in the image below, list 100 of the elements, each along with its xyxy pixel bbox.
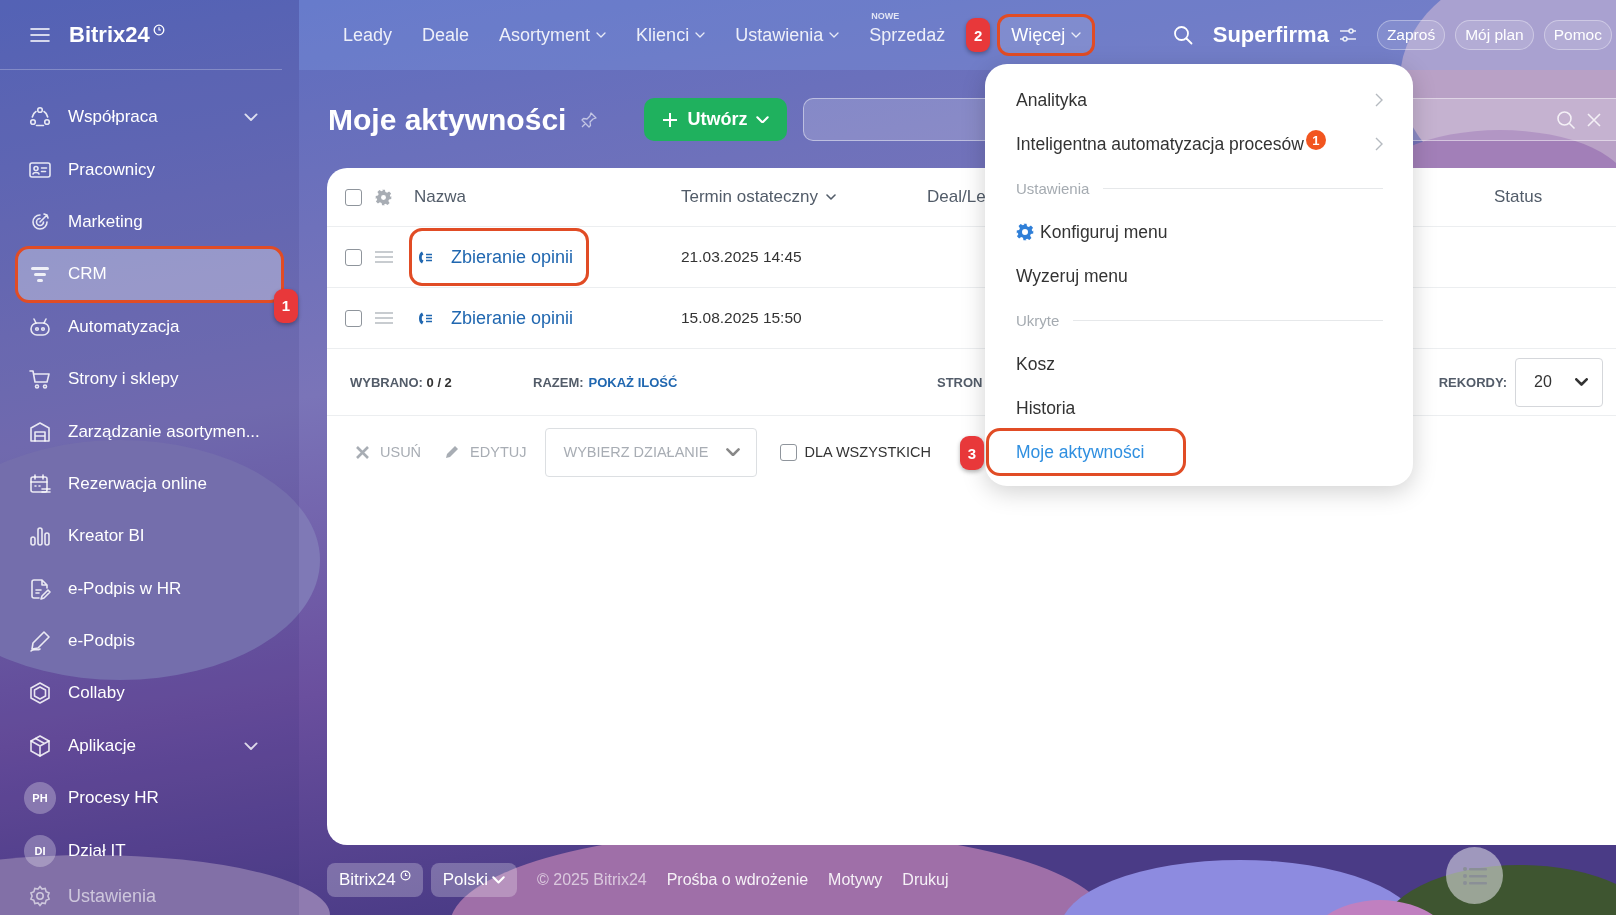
column-header[interactable]: Termin ostateczny: [681, 187, 836, 207]
sidebar-item[interactable]: DI Dział IT: [17, 824, 282, 877]
gear-icon: [1016, 223, 1034, 241]
search-icon[interactable]: [1172, 25, 1193, 45]
checkbox[interactable]: [345, 188, 362, 206]
clock-icon: [152, 23, 165, 36]
step-badge: 2: [966, 18, 991, 52]
column-header[interactable]: Nazwa: [414, 187, 466, 207]
drag-handle-icon[interactable]: [375, 251, 393, 263]
counter-badge: 1: [1305, 130, 1326, 150]
menu-icon[interactable]: [30, 26, 50, 43]
column-header[interactable]: Status: [1494, 187, 1543, 207]
sliders-icon[interactable]: [1338, 28, 1357, 42]
avatar: DI: [24, 834, 56, 867]
plus-icon: [662, 111, 679, 128]
settings-link[interactable]: Ustawienia: [68, 885, 157, 907]
sidebar-item[interactable]: Pracownicy: [17, 143, 282, 196]
step-badge: 3: [960, 436, 984, 470]
sidebar-item[interactable]: PH Procesy HR: [17, 772, 282, 825]
nav-tab[interactable]: Deale: [418, 21, 474, 49]
sidebar-item[interactable]: CRM: [17, 248, 282, 301]
brand-button[interactable]: Bitrix24: [327, 863, 423, 897]
clock-icon: [399, 870, 411, 881]
list-button[interactable]: [1446, 847, 1503, 904]
company-name[interactable]: Superfirma: [1212, 22, 1329, 48]
drag-handle-icon[interactable]: [375, 312, 393, 324]
phone-icon: [418, 249, 433, 265]
activity-link[interactable]: Zbieranie opinii: [451, 307, 574, 329]
column-header[interactable]: Deal/Le: [927, 187, 986, 207]
menu-item[interactable]: Kosz: [988, 342, 1085, 386]
search-icon[interactable]: [1556, 109, 1576, 130]
nav-tab[interactable]: Ustawienia: [731, 21, 844, 49]
activity-link[interactable]: Zbieranie opinii: [451, 246, 574, 268]
sidebar-item[interactable]: e-Podpis: [17, 614, 282, 668]
checkbox-label[interactable]: DLA WSZYSTKICH: [804, 444, 931, 460]
sidebar-item[interactable]: Kreator BI: [17, 510, 282, 563]
menu-item[interactable]: Inteligentna automatyzacja procesów 1: [988, 122, 1413, 166]
hexagon-icon: [28, 681, 52, 706]
menu-item[interactable]: Analityka: [988, 78, 1413, 122]
calendar-icon: [28, 471, 52, 496]
chevron-down-icon: [725, 447, 740, 457]
page-title: Moje aktywności: [328, 102, 567, 137]
sidebar-item[interactable]: Aplikacje: [17, 719, 282, 773]
new-label: NOWE: [871, 12, 900, 21]
logo[interactable]: Bitrix24: [69, 21, 150, 48]
warehouse-icon: [28, 419, 52, 444]
table-cell-text: 15.08.2025 15:50: [681, 309, 803, 327]
records-select[interactable]: 20: [1515, 357, 1603, 407]
box-icon: [28, 733, 52, 758]
nav-tab[interactable]: Więcej: [999, 16, 1094, 54]
total-label: RAZEM:: [533, 374, 584, 390]
pages-label: STRON: [937, 374, 983, 390]
list-icon: [1462, 866, 1487, 885]
menu-item[interactable]: Historia: [988, 386, 1106, 430]
checkbox[interactable]: [345, 309, 362, 327]
menu-item[interactable]: Konfiguruj menu: [988, 210, 1198, 254]
show-count-link[interactable]: POKAŻ ILOŚĆ: [588, 374, 678, 390]
settings-icon[interactable]: [375, 188, 392, 206]
nav-tab[interactable]: Asortyment: [495, 21, 611, 49]
footer-link[interactable]: Drukuj: [902, 871, 949, 889]
avatar: PH: [24, 782, 56, 815]
checkbox[interactable]: [779, 443, 797, 461]
menu-item[interactable]: Wyzeruj menu: [988, 254, 1158, 298]
bar-chart-icon: [28, 524, 52, 549]
pen-icon: [28, 629, 52, 654]
sidebar-item[interactable]: Strony i sklepy: [17, 352, 282, 406]
chevron-down-icon: [492, 876, 506, 884]
table-cell-text: 21.03.2025 14:45: [681, 248, 803, 266]
close-icon[interactable]: [1586, 111, 1602, 128]
header-button[interactable]: Zaproś: [1376, 20, 1446, 50]
document-pen-icon: [28, 576, 52, 601]
pin-icon[interactable]: [580, 110, 599, 129]
create-button[interactable]: Utwórz: [644, 98, 788, 141]
selection-count: WYBRANO: 0 / 2: [350, 374, 453, 390]
sidebar-item[interactable]: Zarządzanie asortymen...: [17, 405, 282, 458]
chevron-down-icon: [1575, 378, 1588, 386]
sidebar-item[interactable]: Rezerwacja online: [17, 457, 282, 511]
sidebar-item[interactable]: Marketing: [17, 195, 282, 249]
chevron-down-icon: [756, 115, 770, 124]
nav-tab[interactable]: Leady: [339, 21, 397, 49]
step-badge: 1: [274, 288, 298, 323]
settings-icon: [28, 884, 52, 908]
sidebar-item[interactable]: Współpraca: [17, 91, 282, 144]
language-button[interactable]: Polski: [430, 863, 518, 897]
section-label: Ukryte: [1016, 311, 1060, 329]
copyright-text: © 2025 Bitrix24: [537, 871, 647, 889]
checkbox[interactable]: [345, 248, 362, 266]
footer-link[interactable]: Motywy: [828, 871, 883, 889]
nav-tab[interactable]: Klienci: [632, 21, 710, 49]
phone-icon: [418, 310, 433, 326]
sidebar-item[interactable]: Collaby: [17, 667, 282, 720]
cart-icon: [28, 367, 52, 392]
sidebar-item[interactable]: e-Podpis w HR: [17, 562, 282, 615]
nav-tab[interactable]: Sprzedaż: [865, 21, 950, 49]
section-label: Ustawienia: [1016, 179, 1090, 197]
menu-item[interactable]: Moje aktywności: [988, 430, 1185, 474]
records-label: REKORDY:: [1438, 374, 1507, 390]
close-icon: [356, 445, 369, 459]
footer-link[interactable]: Prośba o wdrożenie: [666, 871, 809, 889]
pencil-icon: [445, 445, 460, 459]
